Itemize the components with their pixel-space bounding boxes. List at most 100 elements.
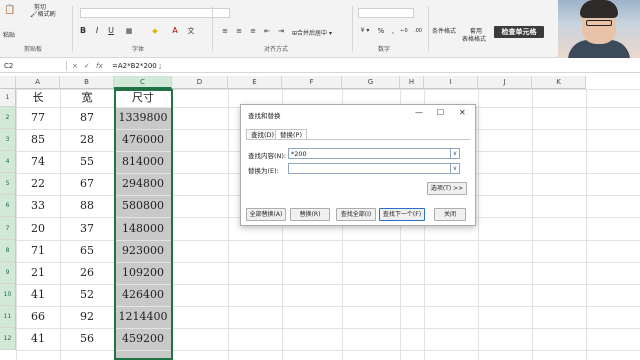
column-header-f[interactable]: F <box>282 76 342 89</box>
ribbon-divider <box>428 6 429 52</box>
column-header-k[interactable]: K <box>532 76 586 89</box>
close-icon[interactable]: ✕ <box>459 108 466 117</box>
column-header-g[interactable]: G <box>342 76 400 89</box>
table-format-label: 表格格式 <box>462 36 487 43</box>
italic-button[interactable]: I <box>92 26 102 36</box>
font-name-select[interactable] <box>80 8 230 18</box>
enter-icon[interactable]: ✓ <box>84 60 90 72</box>
indent-increase-icon[interactable]: ⇥ <box>276 26 286 36</box>
table-cell[interactable]: 21 <box>16 262 60 284</box>
increase-decimal-button[interactable]: ←0 <box>398 26 410 36</box>
border-icon[interactable]: ▦ <box>124 26 134 36</box>
table-cell[interactable]: 28 <box>60 129 114 151</box>
find-all-button[interactable]: 查找全部(I) <box>336 208 376 221</box>
decrease-decimal-button[interactable]: .00 <box>412 26 424 36</box>
table-cell[interactable]: 26 <box>60 262 114 284</box>
ribbon-divider <box>212 6 213 52</box>
table-cell[interactable]: 85 <box>16 129 60 151</box>
indent-decrease-icon[interactable]: ⇤ <box>262 26 272 36</box>
name-box[interactable]: C2 <box>4 61 64 71</box>
comma-button[interactable]: , <box>388 26 398 36</box>
row-header-1[interactable]: 1 <box>0 89 16 107</box>
table-cell[interactable]: 33 <box>16 195 60 217</box>
column-header-c[interactable]: C <box>114 76 172 89</box>
column-header-d[interactable]: D <box>172 76 228 89</box>
format-painter-button[interactable]: 🖌格式刷 <box>30 9 56 18</box>
table-cell[interactable]: 77 <box>16 107 60 129</box>
column-header-a[interactable]: A <box>16 76 60 89</box>
merge-center-button[interactable]: ⊞合并后居中 ▾ <box>292 28 332 37</box>
table-cell[interactable]: 20 <box>16 217 60 240</box>
phonetic-icon[interactable]: 文 <box>186 26 196 36</box>
row-header-11[interactable]: 11 <box>0 306 16 328</box>
find-what-input[interactable]: *200 ∨ <box>288 148 460 159</box>
table-cell[interactable]: 41 <box>16 328 60 350</box>
table-cell[interactable]: 55 <box>60 151 114 173</box>
select-all-corner[interactable] <box>0 76 16 89</box>
underline-button[interactable]: U <box>106 26 116 36</box>
minimize-icon[interactable]: — <box>415 108 423 117</box>
column-header-i[interactable]: I <box>424 76 478 89</box>
ribbon-divider <box>72 6 73 52</box>
conditional-format-button[interactable]: 条件格式 <box>432 26 456 35</box>
align-right-icon[interactable]: ≡ <box>248 26 258 36</box>
number-format-select[interactable] <box>358 8 414 18</box>
number-group-label: 数字 <box>378 46 391 53</box>
column-header-e[interactable]: E <box>228 76 282 89</box>
table-header-cell[interactable]: 宽 <box>60 89 114 107</box>
row-header-9[interactable]: 9 <box>0 262 16 284</box>
column-header-b[interactable]: B <box>60 76 114 89</box>
replace-with-input[interactable]: ∨ <box>288 163 460 174</box>
formula-bar: C2 × ✓ fx =A2*B2*200 ; <box>0 59 640 73</box>
row-header-7[interactable]: 7 <box>0 217 16 240</box>
close-button[interactable]: 关闭 <box>434 208 466 221</box>
maximize-icon[interactable]: ☐ <box>437 108 444 117</box>
row-header-5[interactable]: 5 <box>0 173 16 195</box>
options-button[interactable]: 选项(T) >> <box>427 182 467 195</box>
row-header-12[interactable]: 12 <box>0 328 16 350</box>
table-cell[interactable]: 87 <box>60 107 114 129</box>
find-next-button[interactable]: 查找下一个(F) <box>379 208 425 221</box>
font-color-icon[interactable]: A <box>170 26 180 36</box>
fill-color-icon[interactable]: ◆ <box>150 26 160 36</box>
paste-icon[interactable]: 📋 <box>4 5 15 15</box>
column-header-j[interactable]: J <box>478 76 532 89</box>
table-cell[interactable]: 67 <box>60 173 114 195</box>
table-cell[interactable]: 52 <box>60 284 114 306</box>
table-cell[interactable]: 74 <box>16 151 60 173</box>
table-header-cell[interactable]: 长 <box>16 89 60 107</box>
replace-button[interactable]: 替换(R) <box>290 208 330 221</box>
table-cell[interactable]: 65 <box>60 240 114 262</box>
row-header-6[interactable]: 6 <box>0 195 16 217</box>
currency-icon[interactable]: ¥ ▾ <box>358 26 372 36</box>
row-header-8[interactable]: 8 <box>0 240 16 262</box>
find-replace-dialog: 查找和替换 — ☐ ✕ 查找(D) 替换(P) 查找内容(N): *200 ∨ … <box>240 104 476 226</box>
table-cell[interactable]: 92 <box>60 306 114 328</box>
chevron-down-icon[interactable]: ∨ <box>450 149 459 158</box>
table-cell[interactable]: 22 <box>16 173 60 195</box>
table-cell[interactable]: 41 <box>16 284 60 306</box>
paste-button[interactable]: 粘贴 <box>3 30 15 39</box>
align-center-icon[interactable]: ≡ <box>234 26 244 36</box>
align-left-icon[interactable]: ≡ <box>220 26 230 36</box>
row-header-2[interactable]: 2 <box>0 107 16 129</box>
percent-button[interactable]: % <box>376 26 386 36</box>
row-header-4[interactable]: 4 <box>0 151 16 173</box>
webcam-hair <box>580 0 618 18</box>
table-cell[interactable]: 88 <box>60 195 114 217</box>
chevron-down-icon[interactable]: ∨ <box>450 164 459 173</box>
check-cell-style[interactable]: 检查单元格 <box>494 26 544 38</box>
fx-icon[interactable]: fx <box>96 60 103 72</box>
replace-all-button[interactable]: 全部替换(A) <box>246 208 286 221</box>
cancel-icon[interactable]: × <box>72 60 78 72</box>
row-header-3[interactable]: 3 <box>0 129 16 151</box>
bold-button[interactable]: B <box>78 26 88 36</box>
column-header-h[interactable]: H <box>400 76 424 89</box>
table-cell[interactable]: 56 <box>60 328 114 350</box>
table-cell[interactable]: 66 <box>16 306 60 328</box>
gridline-horizontal <box>16 350 640 351</box>
formula-input[interactable]: =A2*B2*200 ; <box>112 60 161 72</box>
row-header-10[interactable]: 10 <box>0 284 16 306</box>
table-cell[interactable]: 71 <box>16 240 60 262</box>
table-cell[interactable]: 37 <box>60 217 114 240</box>
